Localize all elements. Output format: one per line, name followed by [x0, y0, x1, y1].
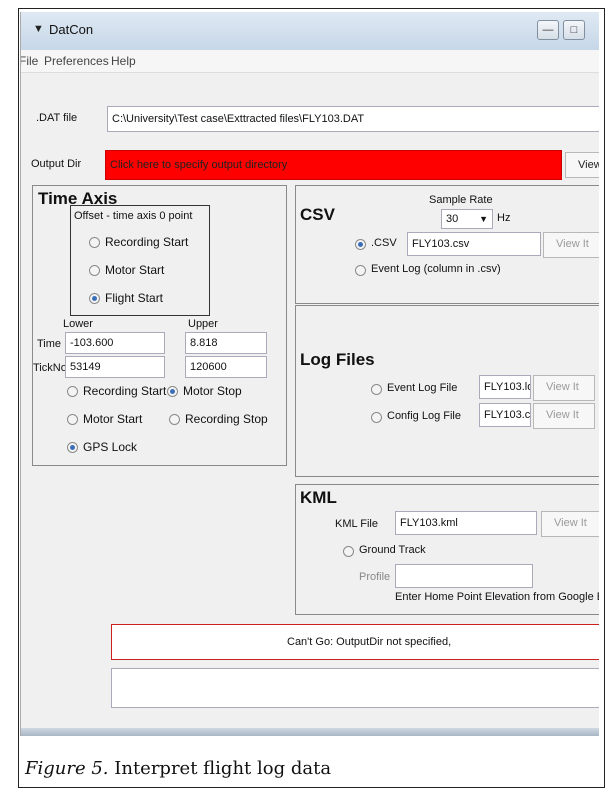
kml-title: KML — [300, 488, 337, 507]
system-menu-icon[interactable]: ▼ — [33, 23, 45, 35]
menu-bar: File Preferences Help — [21, 50, 599, 73]
output-dir-field[interactable]: Click here to specify output directory — [105, 150, 562, 180]
csv-file-field[interactable]: FLY103.csv — [407, 232, 541, 256]
lower-gps-lock-label: GPS Lock — [83, 440, 138, 454]
dat-file-field[interactable]: C:\University\Test case\Exttracted files… — [107, 106, 599, 132]
menu-help[interactable]: Help — [111, 54, 136, 68]
kml-view-button[interactable]: View It — [541, 511, 599, 537]
lower-recording-start-radio[interactable] — [67, 386, 78, 397]
event-log-file-field[interactable]: FLY103.lo — [479, 375, 531, 399]
offset-recording-start-radio[interactable] — [89, 237, 100, 248]
log-files-title: Log Files — [300, 350, 375, 369]
time-lower-field[interactable]: -103.600 — [65, 332, 165, 354]
config-log-file-radio[interactable] — [371, 412, 382, 423]
window-bottom-border — [21, 728, 599, 736]
dat-file-label: .DAT file — [36, 112, 78, 124]
lower-recording-start-label: Recording Start — [83, 384, 167, 398]
chevron-down-icon: ▼ — [479, 214, 488, 224]
upper-recording-stop-radio[interactable] — [169, 414, 180, 425]
event-log-file-radio[interactable] — [371, 384, 382, 395]
offset-recording-start-label: Recording Start — [105, 235, 189, 249]
lower-motor-start-label: Motor Start — [83, 412, 143, 426]
menu-file[interactable]: File — [21, 54, 38, 68]
offset-motor-start-radio[interactable] — [89, 265, 100, 276]
tick-upper-field[interactable]: 120600 — [185, 356, 267, 378]
profile-label: Profile — [359, 571, 391, 583]
csv-view-button[interactable]: View It — [543, 232, 599, 258]
output-dir-view-button[interactable]: View — [565, 152, 599, 178]
sample-rate-value: 30 — [446, 213, 459, 225]
event-log-view-button[interactable]: View It — [533, 375, 595, 401]
minimize-icon[interactable]: — — [537, 20, 559, 40]
title-bar: ▼ DatCon — □ — [21, 12, 599, 51]
window-title: DatCon — [49, 22, 94, 37]
log-output-field[interactable] — [111, 668, 599, 708]
hz-label: Hz — [497, 212, 511, 224]
lower-gps-lock-radio[interactable] — [67, 442, 78, 453]
config-log-file-label: Config Log File — [387, 410, 461, 422]
tick-lower-field[interactable]: 53149 — [65, 356, 165, 378]
sample-rate-label: Sample Rate — [429, 194, 493, 206]
upper-motor-stop-label: Motor Stop — [183, 384, 242, 398]
elevation-hint: Enter Home Point Elevation from Google E… — [395, 591, 599, 603]
csv-title: CSV — [300, 205, 335, 224]
config-log-view-button[interactable]: View It — [533, 403, 595, 429]
ground-track-radio[interactable] — [343, 546, 354, 557]
kml-file-label: KML File — [335, 518, 378, 530]
profile-field[interactable] — [395, 564, 533, 588]
event-log-column-radio[interactable] — [355, 265, 366, 276]
ground-track-label: Ground Track — [359, 544, 426, 556]
offset-label: Offset - time axis 0 point — [74, 210, 193, 222]
offset-flight-start-label: Flight Start — [105, 291, 164, 305]
caption-text: Interpret flight log data — [108, 758, 332, 779]
figure-caption: Figure 5. Interpret flight log data — [25, 758, 331, 779]
lower-label: Lower — [63, 318, 93, 330]
menu-preferences[interactable]: Preferences — [44, 54, 109, 68]
upper-label: Upper — [188, 318, 218, 330]
caption-prefix: Figure 5. — [25, 758, 109, 779]
tickno-label: TickNo — [33, 362, 67, 374]
offset-flight-start-radio[interactable] — [89, 293, 100, 304]
config-log-file-field[interactable]: FLY103.cc — [479, 403, 531, 427]
event-log-column-label: Event Log (column in .csv) — [371, 263, 501, 275]
kml-file-field[interactable]: FLY103.kml — [395, 511, 537, 535]
sample-rate-select[interactable]: 30 ▼ — [441, 209, 493, 229]
maximize-icon[interactable]: □ — [563, 20, 585, 40]
csv-radio[interactable] — [355, 239, 366, 250]
time-label: Time — [37, 338, 62, 350]
upper-motor-stop-radio[interactable] — [167, 386, 178, 397]
lower-motor-start-radio[interactable] — [67, 414, 78, 425]
time-upper-field[interactable]: 8.818 — [185, 332, 267, 354]
event-log-file-label: Event Log File — [387, 382, 458, 394]
csv-label: .CSV — [371, 237, 397, 249]
datcon-window: ▼ DatCon — □ File Preferences Help .DAT … — [20, 12, 599, 736]
upper-recording-stop-label: Recording Stop — [185, 412, 268, 426]
status-text: Can't Go: OutputDir not specified, — [287, 636, 452, 648]
output-dir-label: Output Dir — [31, 158, 82, 170]
offset-motor-start-label: Motor Start — [105, 263, 165, 277]
